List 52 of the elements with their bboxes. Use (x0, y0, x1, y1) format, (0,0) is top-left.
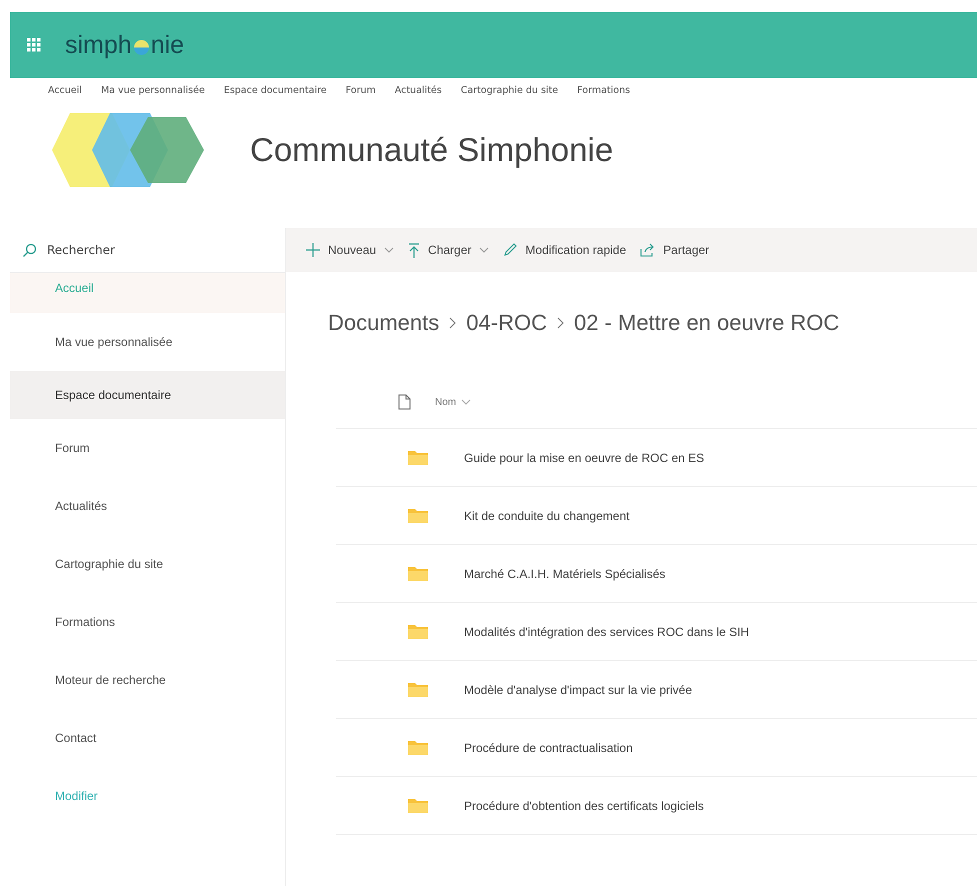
search-field[interactable]: Rechercher (45, 242, 249, 258)
folder-icon (408, 566, 428, 581)
top-nav-link[interactable]: Accueil (48, 84, 82, 96)
chevron-right-icon (556, 317, 564, 329)
chevron-down-icon (479, 247, 490, 253)
file-name-link[interactable]: Guide pour la mise en oeuvre de ROC en ES (464, 450, 704, 464)
folder-icon (408, 682, 428, 697)
breadcrumb-link[interactable]: Documents (328, 310, 440, 336)
chevron-down-icon (384, 247, 394, 253)
file-name-link[interactable]: Procédure d'obtention des certificats logiciels (464, 798, 704, 812)
sidebar-item[interactable]: Forum (10, 419, 285, 477)
file-name-link[interactable]: Marché C.A.I.H. Matériels Spécialisés (464, 566, 666, 580)
command-button[interactable]: Charger (408, 242, 490, 258)
sidebar-item[interactable]: Actualités (10, 477, 285, 535)
chevron-down-icon (461, 399, 472, 405)
command-button[interactable]: Partager (640, 243, 710, 257)
app-launcher-icon[interactable] (27, 38, 41, 52)
command-button[interactable]: Nouveau (306, 243, 394, 257)
folder-icon (408, 508, 428, 523)
sidebar-item[interactable]: Moteur de recherche (10, 651, 285, 709)
top-nav-link[interactable]: Cartographie du site (460, 84, 558, 96)
top-nav-link[interactable]: Espace documentaire (224, 84, 327, 96)
folder-icon (408, 624, 428, 639)
file-name-link[interactable]: Procédure de contractualisation (464, 740, 633, 754)
sidebar-item[interactable]: Contact (10, 709, 285, 767)
sidebar-item[interactable]: Ma vue personnalisée (10, 313, 285, 371)
folder-icon (408, 798, 428, 813)
sidebar-item[interactable]: Formations (10, 593, 285, 651)
pencil-icon (503, 243, 518, 257)
plus-icon (306, 243, 320, 257)
chevron-right-icon (449, 317, 456, 329)
top-nav-link[interactable]: Actualités (394, 84, 442, 96)
folder-icon (408, 740, 428, 755)
folder-icon (408, 450, 428, 465)
top-nav-link[interactable]: Forum (346, 84, 376, 96)
search-icon (22, 242, 37, 258)
breadcrumb-link[interactable]: 02 - Mettre en oeuvre ROC (574, 310, 840, 336)
file-name-link[interactable]: Kit de conduite du changement (464, 508, 630, 522)
top-nav-link[interactable]: Ma vue personnalisée (100, 84, 205, 96)
breadcrumb-link[interactable]: 04-ROC (466, 310, 547, 336)
share-icon (640, 243, 656, 257)
command-button[interactable]: Modification rapide (503, 243, 626, 257)
top-nav-link[interactable]: Formations (577, 84, 630, 96)
file-name-link[interactable]: Modalités d'intégration des services ROC dans le SIH (464, 624, 750, 638)
sidebar-item[interactable]: Cartographie du site (10, 535, 285, 593)
site-title: Communauté Simphonie (250, 131, 614, 169)
column-header[interactable]: Nom (435, 396, 472, 408)
sidebar-item[interactable]: Espace documentaire (10, 371, 285, 419)
file-type-icon (398, 394, 411, 410)
simphonie-logo[interactable]: simph nie (65, 30, 184, 60)
file-name-link[interactable]: Modèle d'analyse d'impact sur la vie privée (464, 682, 692, 696)
upload-icon (408, 242, 420, 258)
